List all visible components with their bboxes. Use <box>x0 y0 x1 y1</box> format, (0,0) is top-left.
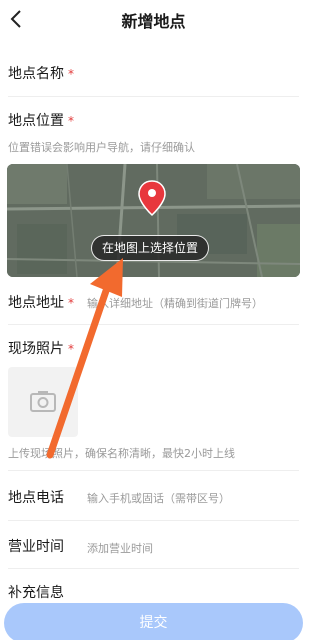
select-on-map-button[interactable]: 在地图上选择位置 <box>91 235 210 261</box>
address-input[interactable]: 输入详细地址（精确到街道门牌号） <box>87 295 263 311</box>
page-title: 新增地点 <box>121 12 186 31</box>
address-label: 地点地址 <box>8 295 64 311</box>
divider <box>8 568 299 569</box>
photo-hint: 上传现场照片，确保名称清晰，最快2小时上线 <box>8 447 235 460</box>
location-label: 地点位置 <box>8 113 64 129</box>
divider <box>8 520 299 521</box>
phone-label: 地点电话 <box>8 490 64 506</box>
phone-input[interactable]: 输入手机或固话（需带区号） <box>87 490 230 506</box>
photo-label-row: 现场照片 * <box>8 338 74 358</box>
photo-upload-button[interactable] <box>8 367 78 437</box>
submit-button[interactable]: 提交 <box>4 603 303 640</box>
required-mark: * <box>68 296 74 310</box>
divider <box>8 470 299 471</box>
required-mark: * <box>68 342 74 356</box>
location-hint: 位置错误会影响用户导航，请仔细确认 <box>8 141 195 154</box>
location-label-row: 地点位置 * <box>8 110 74 130</box>
divider <box>8 324 299 325</box>
hours-label: 营业时间 <box>8 539 64 555</box>
divider <box>8 96 299 97</box>
photo-label: 现场照片 <box>8 341 64 357</box>
name-field[interactable]: 地点名称 * <box>8 63 74 83</box>
header: 新增地点 <box>0 0 307 40</box>
required-mark: * <box>68 67 74 81</box>
name-label: 地点名称 <box>8 66 64 82</box>
camera-icon <box>30 391 56 412</box>
map-preview[interactable]: 在地图上选择位置 <box>7 164 300 277</box>
extra-info-label: 补充信息 <box>8 585 64 601</box>
map-pin-icon <box>138 180 166 216</box>
address-label-row: 地点地址 * <box>8 292 74 312</box>
hours-input[interactable]: 添加营业时间 <box>87 540 153 556</box>
required-mark: * <box>68 114 74 128</box>
